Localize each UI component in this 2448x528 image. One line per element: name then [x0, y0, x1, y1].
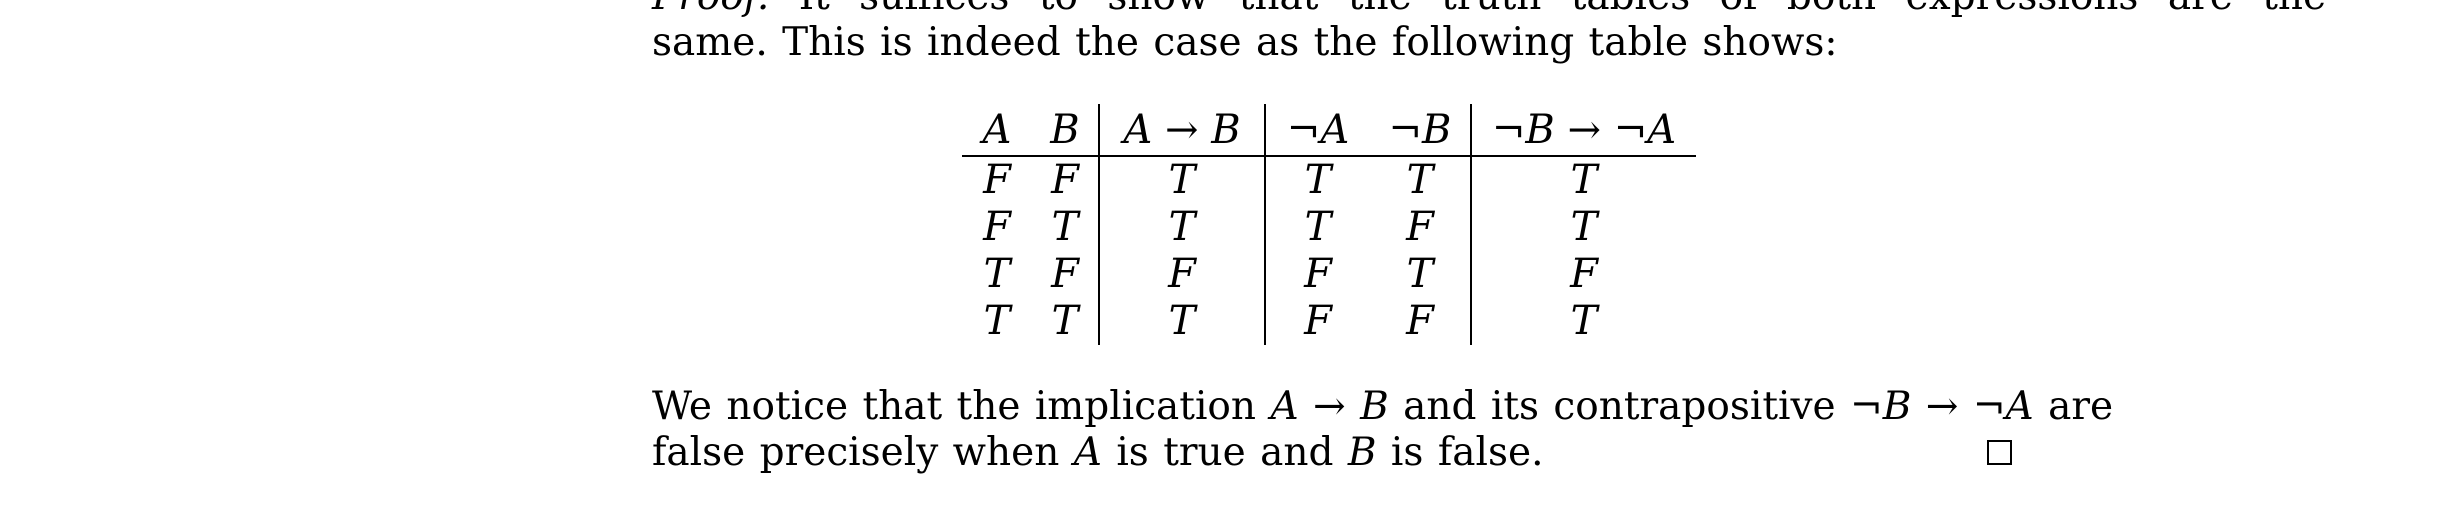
conclusion-line-1: We notice that the implication A → B and… [652, 384, 2113, 430]
header-a: A [962, 104, 1032, 157]
math-implication: A → B [1270, 384, 1389, 429]
table-cell: T [1051, 298, 1079, 344]
table-cell: T [1470, 204, 1696, 251]
header-contrapositive: ¬B → ¬A [1470, 104, 1696, 157]
table-cell: F [983, 204, 1011, 250]
table-cell: F [1406, 204, 1434, 250]
table-cell: F [1051, 251, 1079, 297]
table-cell: F [1264, 251, 1370, 298]
table-row: T T T F F T [962, 298, 1696, 345]
math-a: A [1073, 430, 1102, 475]
table-cell: F [983, 157, 1011, 203]
text-span: and its contrapositive [1388, 384, 1851, 429]
table-cell: T [1470, 156, 1696, 204]
header-a-implies-b: A → B [1098, 104, 1265, 157]
table-cell: F [1098, 251, 1265, 298]
table-cell: F [1051, 157, 1079, 203]
header-b: B [1032, 104, 1099, 157]
table-cell: T [1264, 204, 1370, 251]
document-page: Proof. It suffices to show that the trut… [0, 0, 2448, 528]
table-cell: T [1098, 156, 1265, 204]
table-cell: F [1470, 251, 1696, 298]
table-cell: T [1098, 298, 1265, 345]
text-span: We notice that the implication [652, 384, 1271, 429]
text-span: are [2033, 384, 2114, 429]
truth-table-header-row: A B A → B ¬A ¬B ¬B → ¬A [962, 104, 1696, 157]
truth-table: A B A → B ¬A ¬B ¬B → ¬A F F T T T T F T … [962, 104, 1696, 345]
table-cell: T [1051, 204, 1079, 250]
table-row: F F T T T T [962, 156, 1696, 204]
text-span: is false. [1376, 430, 1544, 475]
header-not-a: ¬A [1264, 104, 1370, 157]
conclusion-line-2: false precisely when A is true and B is … [652, 430, 1543, 476]
clipped-line-text: It suffices to show that the truth table… [799, 0, 2326, 19]
table-cell: F [1406, 298, 1434, 344]
table-cell: T [983, 251, 1011, 297]
table-cell: T [1470, 298, 1696, 345]
table-cell: T [983, 298, 1011, 344]
math-contrapositive: ¬B → ¬A [1850, 384, 2034, 429]
table-row: T F F F T F [962, 251, 1696, 298]
math-b: B [1347, 430, 1377, 475]
table-cell: T [1406, 157, 1434, 203]
proof-label: Proof. [652, 0, 769, 19]
table-cell: T [1406, 251, 1434, 297]
qed-box-icon [1987, 440, 2012, 465]
text-span: is true and [1101, 430, 1348, 475]
text-span: false precisely when [652, 430, 1074, 475]
table-cell: T [1098, 204, 1265, 251]
table-cell: F [1264, 298, 1370, 345]
clipped-text-line: Proof. It suffices to show that the trut… [652, 0, 2326, 20]
table-cell: T [1264, 156, 1370, 204]
intro-text-line: same. This is indeed the case as the fol… [652, 20, 1838, 65]
table-row: F T T T F T [962, 204, 1696, 251]
header-not-b: ¬B [1370, 104, 1471, 157]
